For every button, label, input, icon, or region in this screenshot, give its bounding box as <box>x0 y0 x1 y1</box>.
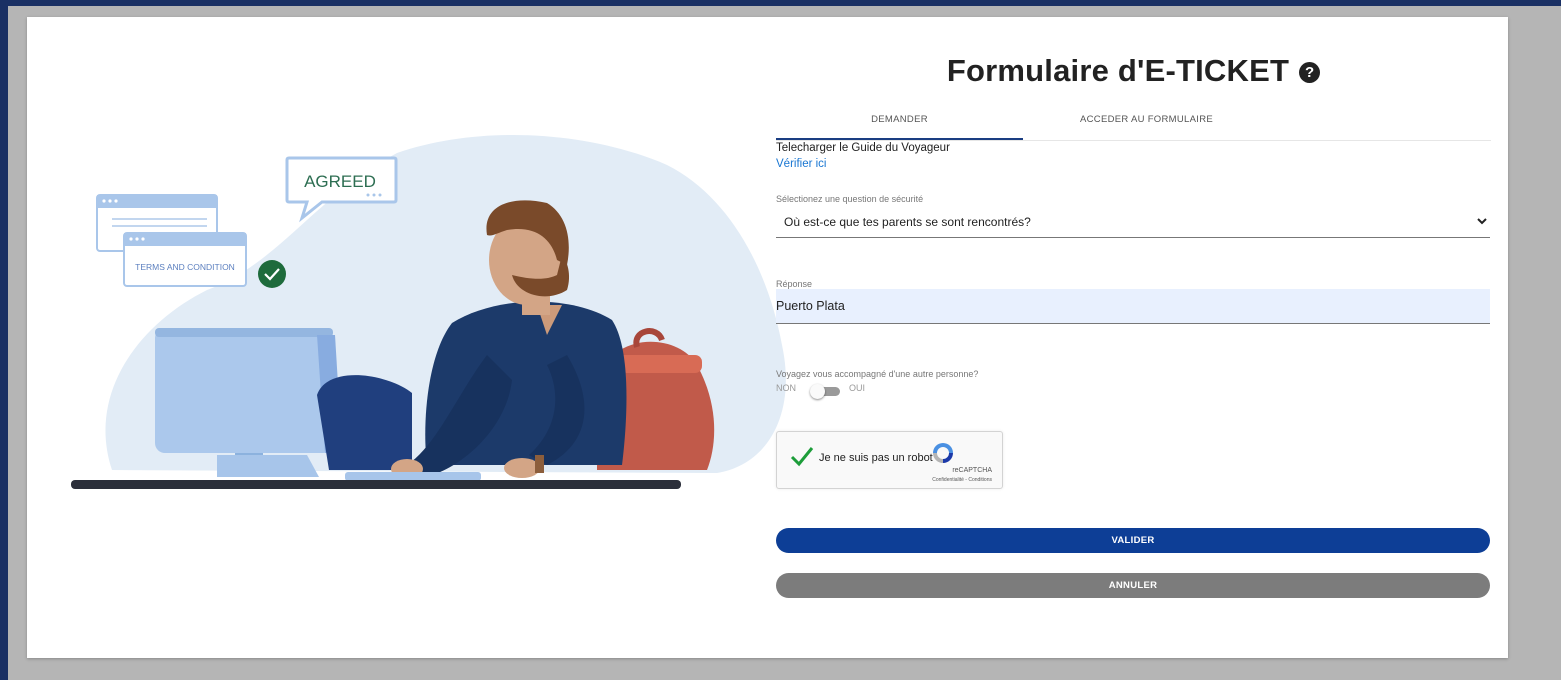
security-question-select[interactable]: Où est-ce que tes parents se sont rencon… <box>776 207 1490 238</box>
security-question-label: Sélectionez une question de sécurité <box>776 194 924 204</box>
traveler-illustration: TERMS AND CONDITION AGREED <box>71 134 786 489</box>
computer-monitor <box>155 328 333 453</box>
office-chair <box>317 375 412 470</box>
keyboard <box>345 472 481 481</box>
companion-toggle[interactable] <box>810 384 840 399</box>
tab-demander[interactable]: DEMANDER <box>776 107 1023 140</box>
companion-question-label: Voyagez vous accompagné d'une autre pers… <box>776 369 979 379</box>
chevron-down-icon <box>1477 218 1487 225</box>
tab-acceder-formulaire[interactable]: ACCEDER AU FORMULAIRE <box>1023 107 1270 138</box>
eticket-form: Formulaire d'E-TICKET? DEMANDER ACCEDER … <box>776 17 1491 658</box>
security-question-value: Où est-ce que tes parents se sont rencon… <box>784 215 1031 229</box>
desk <box>71 480 681 489</box>
eticket-card: TERMS AND CONDITION AGREED Formulaire d'… <box>27 17 1508 658</box>
window-frame-left <box>0 0 8 680</box>
page-title-text: Formulaire d'E-TICKET <box>946 53 1290 88</box>
recaptcha-widget: Je ne suis pas un robot reCAPTCHA Confid… <box>776 431 1003 489</box>
guide-verify-link[interactable]: Vérifier ici <box>776 158 826 170</box>
form-tabs: DEMANDER ACCEDER AU FORMULAIRE <box>776 107 1491 141</box>
recaptcha-terms-link[interactable]: Confidentialité - Conditions <box>932 477 992 483</box>
recaptcha-label[interactable]: Je ne suis pas un robot <box>819 452 933 464</box>
answer-label: Réponse <box>776 279 813 289</box>
answer-value: Puerto Plata <box>776 299 845 313</box>
toggle-off-label: NON <box>776 383 796 393</box>
recaptcha-logo-icon <box>933 443 953 463</box>
answer-input[interactable]: Puerto Plata <box>776 289 1490 324</box>
help-icon[interactable]: ? <box>1299 62 1321 83</box>
recaptcha-brand: reCAPTCHA <box>952 467 992 474</box>
toggle-on-label: OUI <box>849 383 866 393</box>
window-frame-top <box>0 0 1561 6</box>
toggle-knob <box>810 384 825 399</box>
terms-text: TERMS AND CONDITION <box>135 262 235 272</box>
cancel-button[interactable]: ANNULER <box>776 573 1490 598</box>
page-title: Formulaire d'E-TICKET? <box>776 53 1491 89</box>
agreed-text: AGREED <box>304 172 376 191</box>
guide-download-text: Telecharger le Guide du Voyageur <box>776 142 950 154</box>
validate-button[interactable]: VALIDER <box>776 528 1490 553</box>
checkmark-icon[interactable] <box>789 444 815 468</box>
check-badge <box>258 260 286 288</box>
